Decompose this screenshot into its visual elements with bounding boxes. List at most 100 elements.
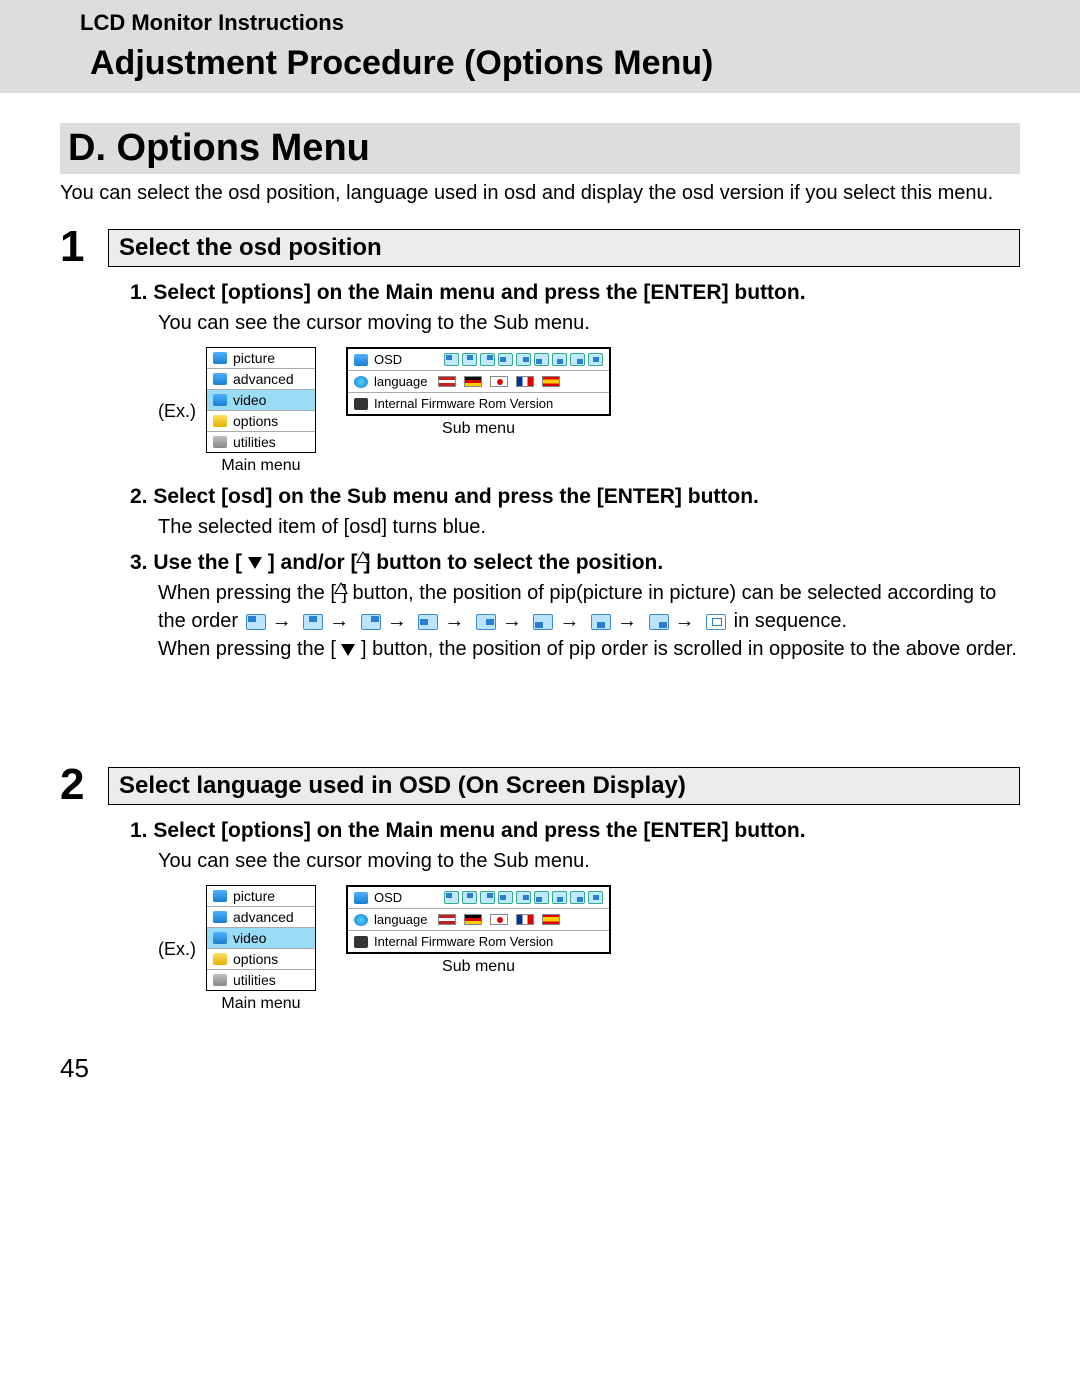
menu-item-label: utilities xyxy=(233,434,276,450)
globe-icon xyxy=(354,376,368,388)
globe-icon xyxy=(354,914,368,926)
utilities-icon xyxy=(213,974,227,986)
substep-number: 1. xyxy=(130,819,148,842)
step-title-2: Select language used in OSD (On Screen D… xyxy=(108,767,1020,805)
arrow-icon: → xyxy=(387,610,407,632)
substep-text: Select [osd] on the Sub menu and press t… xyxy=(153,485,759,508)
page-title: Adjustment Procedure (Options Menu) xyxy=(90,44,1060,83)
substep-1-3-desc-b: When pressing the [ ] button, the positi… xyxy=(158,635,1020,663)
substep-text: Select [options] on the Main menu and pr… xyxy=(153,819,805,842)
triangle-down-icon xyxy=(341,644,355,656)
language-flags xyxy=(438,376,560,387)
menu-item-label: video xyxy=(233,392,266,408)
menu-item-label: picture xyxy=(233,888,275,904)
substep-text: Use the [ xyxy=(153,551,248,574)
arrow-icon: → xyxy=(329,610,349,632)
sub-menu-label: OSD xyxy=(374,352,402,367)
menu-item-label: options xyxy=(233,413,278,429)
flag-us-icon xyxy=(438,914,456,925)
section-intro: You can select the osd position, languag… xyxy=(60,182,1020,205)
arrow-icon: → xyxy=(444,610,464,632)
utilities-icon xyxy=(213,436,227,448)
substep-2-1-title: 1. Select [options] on the Main menu and… xyxy=(130,819,1020,843)
flag-jp-icon xyxy=(490,914,508,925)
flag-es-icon xyxy=(542,914,560,925)
menu-item-label: utilities xyxy=(233,972,276,988)
substep-number: 3. xyxy=(130,551,148,574)
main-menu-caption: Main menu xyxy=(221,457,300,475)
position-icon xyxy=(476,614,496,630)
sub-menu-diagram: OSD language xyxy=(346,885,611,954)
sub-menu-diagram: OSD language xyxy=(346,347,611,416)
sub-menu-caption: Sub menu xyxy=(442,958,515,976)
main-menu-diagram: picture advanced video options utilities xyxy=(206,347,316,453)
advanced-icon xyxy=(213,911,227,923)
options-icon xyxy=(213,953,227,965)
firmware-icon xyxy=(354,936,368,948)
osd-icon xyxy=(354,354,368,366)
language-flags xyxy=(438,914,560,925)
flag-es-icon xyxy=(542,376,560,387)
picture-icon xyxy=(213,890,227,902)
video-icon xyxy=(213,394,227,406)
position-icons-row xyxy=(444,891,603,904)
example-label: (Ex.) xyxy=(158,401,196,422)
advanced-icon xyxy=(213,373,227,385)
substep-1-1-title: 1. Select [options] on the Main menu and… xyxy=(130,281,1020,305)
substep-text: ] button to select the position. xyxy=(363,551,663,574)
menu-item-label: options xyxy=(233,951,278,967)
substep-1-2-title: 2. Select [osd] on the Sub menu and pres… xyxy=(130,485,1020,509)
header-bar: LCD Monitor Instructions Adjustment Proc… xyxy=(0,0,1080,93)
substep-number: 2. xyxy=(130,485,148,508)
osd-icon xyxy=(354,892,368,904)
position-icon xyxy=(533,614,553,630)
arrow-icon: → xyxy=(559,610,579,632)
substep-text: Select [options] on the Main menu and pr… xyxy=(153,281,805,304)
menu-item-label: advanced xyxy=(233,909,294,925)
sub-menu-label: language xyxy=(374,374,428,389)
doc-title: LCD Monitor Instructions xyxy=(80,10,1060,36)
substep-1-2-desc: The selected item of [osd] turns blue. xyxy=(158,513,1020,541)
flag-fr-icon xyxy=(516,914,534,925)
example-label: (Ex.) xyxy=(158,939,196,960)
menu-item-label: video xyxy=(233,930,266,946)
flag-fr-icon xyxy=(516,376,534,387)
main-menu-diagram: picture advanced video options utilities xyxy=(206,885,316,991)
desc-text: ] button, the position of pip order is s… xyxy=(355,638,1017,660)
flag-de-icon xyxy=(464,914,482,925)
firmware-icon xyxy=(354,398,368,410)
position-icon xyxy=(706,614,726,630)
arrow-icon: → xyxy=(502,610,522,632)
substep-2-1-desc: You can see the cursor moving to the Sub… xyxy=(158,847,1020,875)
video-icon xyxy=(213,932,227,944)
position-icon xyxy=(591,614,611,630)
desc-text: When pressing the [ xyxy=(158,638,341,660)
sub-menu-label: Internal Firmware Rom Version xyxy=(374,396,553,411)
substep-number: 1. xyxy=(130,281,148,304)
options-icon xyxy=(213,415,227,427)
desc-text: in sequence. xyxy=(734,610,847,632)
section-heading: D. Options Menu xyxy=(60,123,1020,174)
sub-menu-label: language xyxy=(374,912,428,927)
position-icon xyxy=(361,614,381,630)
substep-1-1-desc: You can see the cursor moving to the Sub… xyxy=(158,309,1020,337)
arrow-icon: → xyxy=(617,610,637,632)
substep-text: ] and/or [ xyxy=(262,551,364,574)
main-menu-caption: Main menu xyxy=(221,995,300,1013)
substep-1-3-title: 3. Use the [ ] and/or [ ] button to sele… xyxy=(130,551,1020,575)
position-icons-row xyxy=(444,353,603,366)
menu-item-label: advanced xyxy=(233,371,294,387)
sub-menu-caption: Sub menu xyxy=(442,420,515,438)
triangle-down-icon xyxy=(248,557,262,569)
sub-menu-label: OSD xyxy=(374,890,402,905)
position-icon xyxy=(649,614,669,630)
arrow-icon: → xyxy=(272,610,292,632)
picture-icon xyxy=(213,352,227,364)
step-number-1: 1 xyxy=(60,225,108,269)
position-icon xyxy=(246,614,266,630)
sub-menu-label: Internal Firmware Rom Version xyxy=(374,934,553,949)
flag-de-icon xyxy=(464,376,482,387)
substep-1-3-desc-a: When pressing the [ ] button, the positi… xyxy=(158,579,1020,635)
desc-text: When pressing the [ xyxy=(158,582,341,604)
step-number-2: 2 xyxy=(60,763,108,807)
